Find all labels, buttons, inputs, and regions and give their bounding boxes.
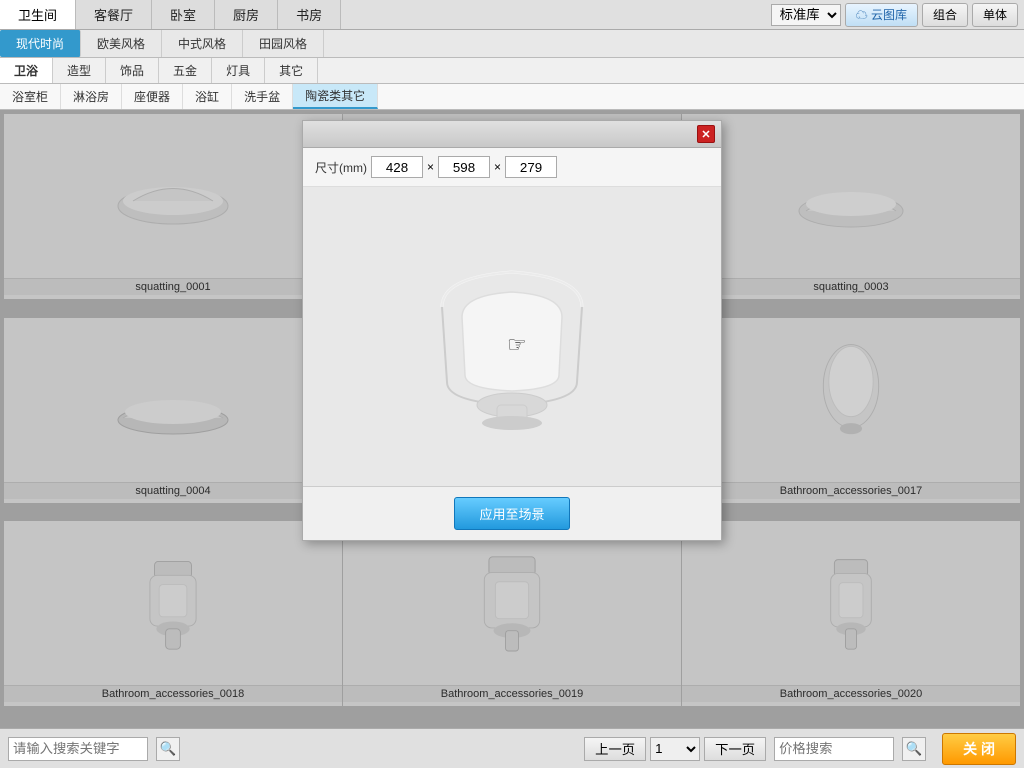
db-select[interactable]: 标准库 bbox=[771, 4, 841, 26]
modal-footer: 应用至场景 bbox=[303, 487, 721, 540]
modal-dimensions-row: 尺寸(mm) × × bbox=[303, 148, 721, 187]
dim-x-input[interactable] bbox=[371, 156, 423, 178]
dim-y-input[interactable] bbox=[438, 156, 490, 178]
tab-woshi[interactable]: 卧室 bbox=[152, 0, 215, 29]
apply-to-scene-btn[interactable]: 应用至场景 bbox=[454, 497, 569, 530]
prev-page-btn[interactable]: 上一页 bbox=[584, 737, 646, 761]
tab-weishengjian[interactable]: 卫生间 bbox=[0, 0, 76, 29]
cat-tab-lighting[interactable]: 灯具 bbox=[212, 58, 265, 83]
next-page-btn[interactable]: 下一页 bbox=[704, 737, 766, 761]
dim-sep1: × bbox=[427, 160, 434, 174]
price-search-input[interactable] bbox=[774, 737, 894, 761]
search-icon: 🔍 bbox=[160, 741, 177, 757]
cat-tab-decoration[interactable]: 饰品 bbox=[106, 58, 159, 83]
cat-tab-bathroom[interactable]: 卫浴 bbox=[0, 58, 53, 83]
modal-overlay: ✕ 尺寸(mm) × × bbox=[0, 110, 1024, 728]
bottom-bar: 🔍 上一页 1 下一页 🔍 关 闭 bbox=[0, 728, 1024, 768]
sub-tab-cabinet[interactable]: 浴室柜 bbox=[0, 84, 61, 109]
svg-text:☞: ☞ bbox=[507, 332, 527, 357]
main-content-area: squatting_0001 squatting_0003 bbox=[0, 110, 1024, 728]
price-search-button[interactable]: 🔍 bbox=[902, 737, 926, 761]
style-tab-european[interactable]: 欧美风格 bbox=[81, 30, 162, 57]
search-input[interactable] bbox=[8, 737, 148, 761]
dimension-label: 尺寸(mm) bbox=[315, 159, 367, 176]
cat-tab-hardware[interactable]: 五金 bbox=[159, 58, 212, 83]
close-button[interactable]: 关 闭 bbox=[942, 733, 1016, 765]
page-navigation: 上一页 1 下一页 bbox=[584, 737, 766, 761]
sub-tab-ceramic-other[interactable]: 陶瓷类其它 bbox=[293, 84, 378, 109]
top-nav-bar: 卫生间 客餐厅 卧室 厨房 书房 标准库 ☁ 云图库 组合 单体 bbox=[0, 0, 1024, 30]
style-tab-chinese[interactable]: 中式风格 bbox=[162, 30, 243, 57]
category-tabs-bar: 卫浴 造型 饰品 五金 灯具 其它 bbox=[0, 58, 1024, 84]
page-select[interactable]: 1 bbox=[650, 737, 700, 761]
tab-chufang[interactable]: 厨房 bbox=[215, 0, 278, 29]
modal-titlebar: ✕ bbox=[303, 121, 721, 148]
dim-z-input[interactable] bbox=[505, 156, 557, 178]
modal-preview-area: ☞ bbox=[303, 187, 721, 487]
tab-shufang[interactable]: 书房 bbox=[278, 0, 341, 29]
dim-sep2: × bbox=[494, 160, 501, 174]
sub-tab-shower[interactable]: 淋浴房 bbox=[61, 84, 122, 109]
tab-kecanting[interactable]: 客餐厅 bbox=[76, 0, 152, 29]
cat-tab-other[interactable]: 其它 bbox=[265, 58, 318, 83]
top-nav-right: 标准库 ☁ 云图库 组合 单体 bbox=[771, 0, 1024, 29]
search-button[interactable]: 🔍 bbox=[156, 737, 180, 761]
style-tabs-bar: 现代时尚 欧美风格 中式风格 田园风格 bbox=[0, 30, 1024, 58]
cat-tab-modeling[interactable]: 造型 bbox=[53, 58, 106, 83]
preview-svg: ☞ bbox=[382, 227, 642, 447]
sub-tab-washbasin[interactable]: 洗手盆 bbox=[232, 84, 293, 109]
modal-close-btn[interactable]: ✕ bbox=[697, 125, 715, 143]
cloud-library-btn[interactable]: ☁ 云图库 bbox=[845, 3, 918, 27]
dimension-modal: ✕ 尺寸(mm) × × bbox=[302, 120, 722, 541]
style-tab-pastoral[interactable]: 田园风格 bbox=[243, 30, 324, 57]
style-tab-modern[interactable]: 现代时尚 bbox=[0, 30, 81, 57]
single-btn[interactable]: 单体 bbox=[972, 3, 1018, 27]
sub-tab-toilet[interactable]: 座便器 bbox=[122, 84, 183, 109]
combine-btn[interactable]: 组合 bbox=[922, 3, 968, 27]
sub-tab-bathtub[interactable]: 浴缸 bbox=[183, 84, 232, 109]
sub-tabs-bar: 浴室柜 淋浴房 座便器 浴缸 洗手盆 陶瓷类其它 bbox=[0, 84, 1024, 110]
search-icon-price: 🔍 bbox=[906, 741, 923, 757]
